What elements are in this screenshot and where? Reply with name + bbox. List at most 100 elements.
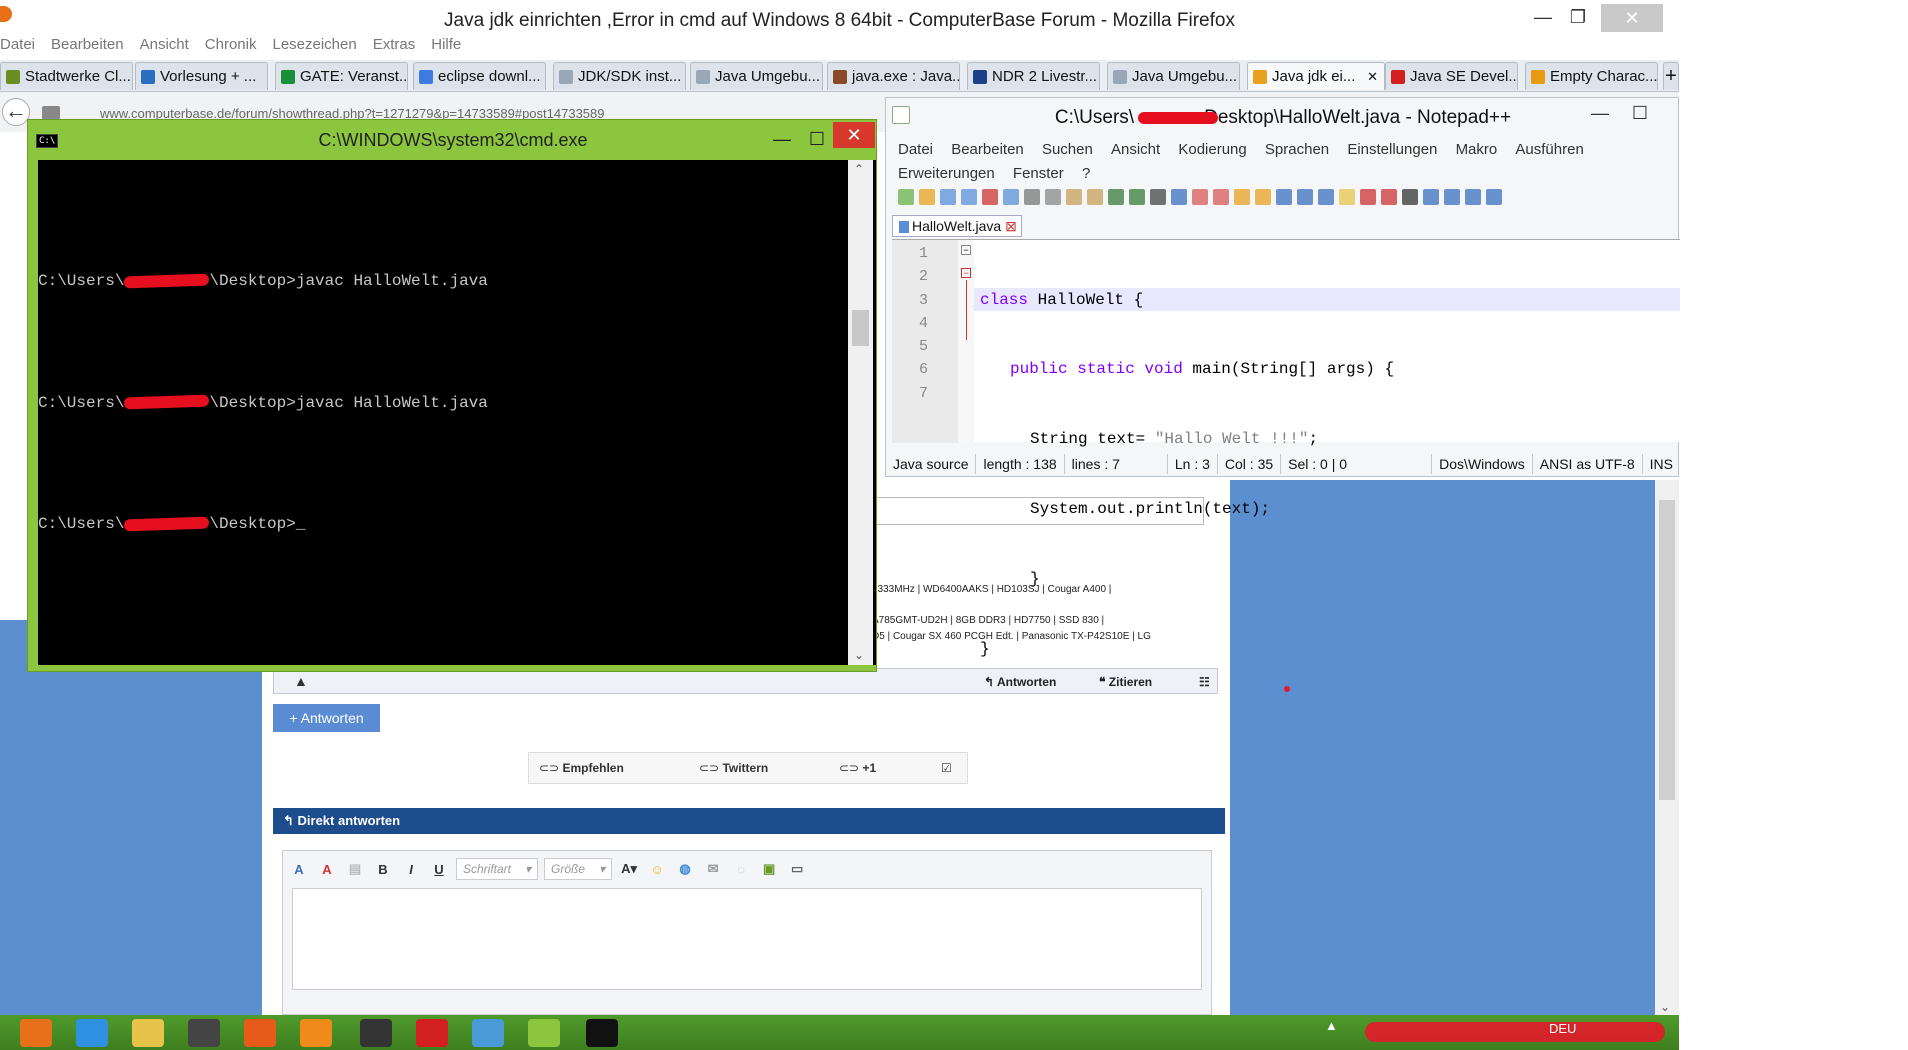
tab-7[interactable]: java.exe : Java... — [827, 62, 960, 90]
highlight-icon[interactable] — [1339, 189, 1355, 205]
warning-icon[interactable]: ▲ — [294, 673, 308, 689]
taskbar-winamp[interactable] — [352, 1017, 400, 1049]
taskbar-media-player[interactable] — [292, 1017, 340, 1049]
np-menu-datei[interactable]: Datei — [898, 138, 933, 162]
zoom-out-icon[interactable] — [1213, 189, 1229, 205]
np-menu-ansicht[interactable]: Ansicht — [1111, 138, 1160, 162]
cmd-close-button[interactable]: ✕ — [833, 122, 875, 148]
close-button[interactable]: ✕ — [1601, 4, 1663, 32]
menu-bearbeiten[interactable]: Bearbeiten — [51, 36, 124, 58]
np-menu-help[interactable]: ? — [1082, 162, 1090, 186]
plugin-icon[interactable] — [1486, 189, 1502, 205]
scroll-down-icon[interactable]: ⌄ — [854, 648, 864, 662]
np-menu-erweiterungen[interactable]: Erweiterungen — [898, 162, 995, 186]
email-icon[interactable]: ✉ — [702, 858, 724, 880]
save-icon[interactable] — [940, 189, 956, 205]
menu-lesezeichen[interactable]: Lesezeichen — [272, 36, 356, 58]
taskbar-office[interactable] — [236, 1017, 284, 1049]
stop-macro-icon[interactable] — [1381, 189, 1397, 205]
spellcheck-icon[interactable] — [1465, 189, 1481, 205]
all-chars-icon[interactable] — [1297, 189, 1313, 205]
notepad-maximize-button[interactable]: ☐ — [1626, 102, 1654, 124]
google-plus-button[interactable]: ⊂⊃ +1 — [839, 761, 876, 775]
text-color-icon[interactable]: A▾ — [618, 858, 640, 880]
menu-hilfe[interactable]: Hilfe — [431, 36, 461, 58]
home-icon[interactable] — [42, 106, 60, 120]
fold-minus-icon[interactable]: − — [961, 245, 971, 255]
page-scroll-thumb[interactable] — [1659, 500, 1675, 800]
sync-h-icon[interactable] — [1255, 189, 1271, 205]
twitter-button[interactable]: ⊂⊃ Twittern — [699, 761, 768, 775]
play-macro-icon[interactable] — [1402, 189, 1418, 205]
cmd-scroll-thumb[interactable] — [852, 310, 869, 346]
code-editor[interactable]: 1 2 3 4 5 6 7 − − class HalloWelt { publ… — [892, 239, 1680, 658]
new-tab-button[interactable]: + — [1663, 62, 1679, 90]
close-icon[interactable] — [982, 189, 998, 205]
cut-icon[interactable] — [1045, 189, 1061, 205]
font-select[interactable]: Schriftart ▾ — [456, 858, 539, 880]
cmd-minimize-button[interactable]: — — [768, 128, 796, 150]
menu-extras[interactable]: Extras — [373, 36, 416, 58]
np-menu-fenster[interactable]: Fenster — [1013, 162, 1064, 186]
maximize-button[interactable]: ❐ — [1563, 4, 1593, 30]
smiley-icon[interactable]: ☺ — [646, 858, 668, 880]
np-menu-suchen[interactable]: Suchen — [1042, 138, 1093, 162]
np-menu-ausfuehren[interactable]: Ausführen — [1515, 138, 1583, 162]
taskbar-notepad-plus-plus[interactable] — [520, 1017, 568, 1049]
np-menu-kodierung[interactable]: Kodierung — [1178, 138, 1246, 162]
tab-9[interactable]: Java Umgebu... — [1107, 62, 1240, 90]
np-menu-makro[interactable]: Makro — [1456, 138, 1498, 162]
notification-chevron-icon[interactable]: ▲ — [1325, 1018, 1338, 1033]
taskbar-internet-explorer[interactable] — [68, 1017, 116, 1049]
close-all-icon[interactable] — [1003, 189, 1019, 205]
taskbar-acrobat[interactable] — [408, 1017, 456, 1049]
undo-icon[interactable] — [1108, 189, 1124, 205]
italic-button[interactable]: I — [400, 858, 422, 880]
sync-v-icon[interactable] — [1234, 189, 1250, 205]
taskbar-file-explorer[interactable] — [124, 1017, 172, 1049]
tab-2[interactable]: Vorlesung + ... — [135, 62, 268, 90]
wrap-icon[interactable] — [1276, 189, 1292, 205]
paste-icon[interactable]: ▤ — [344, 858, 366, 880]
back-button[interactable]: ← — [2, 98, 30, 126]
language-indicator[interactable]: DEU — [1549, 1021, 1576, 1036]
tab-8[interactable]: NDR 2 Livestr... — [967, 62, 1100, 90]
image-icon[interactable]: ▣ — [758, 858, 780, 880]
file-tab[interactable]: HalloWelt.java ⊠ — [892, 215, 1022, 237]
np-menu-sprachen[interactable]: Sprachen — [1265, 138, 1329, 162]
size-select[interactable]: Größe ▾ — [544, 858, 613, 880]
tab-close-icon[interactable]: ⊠ — [1005, 218, 1017, 234]
tab-1[interactable]: Stadtwerke Cl... — [0, 62, 133, 90]
remove-format-icon[interactable]: A — [316, 858, 338, 880]
tab-5[interactable]: JDK/SDK inst... — [553, 62, 686, 90]
tab-11[interactable]: Java SE Devel... — [1385, 62, 1518, 90]
save-macro-icon[interactable] — [1444, 189, 1460, 205]
cmd-console[interactable]: C:\Users\ \Desktop>javac HalloWelt.java C… — [38, 160, 876, 665]
tab-10[interactable]: Java jdk ei... ✕ — [1247, 62, 1385, 90]
menu-chronik[interactable]: Chronik — [205, 36, 257, 58]
taskbar-speakers[interactable] — [180, 1017, 228, 1049]
tab-4[interactable]: eclipse downl... — [413, 62, 546, 90]
fold-minus-icon[interactable]: − — [961, 268, 971, 278]
scroll-up-icon[interactable]: ⌃ — [854, 162, 864, 176]
tab-close-icon[interactable]: ✕ — [1367, 69, 1378, 85]
checkbox-icon[interactable]: ☑ — [941, 761, 952, 775]
tab-6[interactable]: Java Umgebu... — [690, 62, 823, 90]
scroll-down-icon[interactable]: ⌄ — [1660, 1000, 1670, 1014]
taskbar-cmd[interactable] — [578, 1017, 626, 1049]
taskbar-remote-desktop[interactable] — [464, 1017, 512, 1049]
zoom-in-icon[interactable] — [1192, 189, 1208, 205]
cmd-scrollbar[interactable] — [848, 160, 873, 665]
unlink-icon[interactable]: ◌ — [730, 858, 752, 880]
message-textarea[interactable] — [292, 888, 1202, 990]
find-icon[interactable] — [1150, 189, 1166, 205]
wysiwyg-toggle-icon[interactable]: A — [288, 858, 310, 880]
run-macro-icon[interactable] — [1423, 189, 1439, 205]
menu-ansicht[interactable]: Ansicht — [140, 36, 189, 58]
menu-datei[interactable]: Datei — [0, 36, 35, 58]
open-icon[interactable] — [919, 189, 935, 205]
cmd-maximize-button[interactable]: ☐ — [803, 128, 831, 150]
replace-icon[interactable] — [1171, 189, 1187, 205]
minimize-button[interactable]: — — [1528, 4, 1558, 30]
save-all-icon[interactable] — [961, 189, 977, 205]
